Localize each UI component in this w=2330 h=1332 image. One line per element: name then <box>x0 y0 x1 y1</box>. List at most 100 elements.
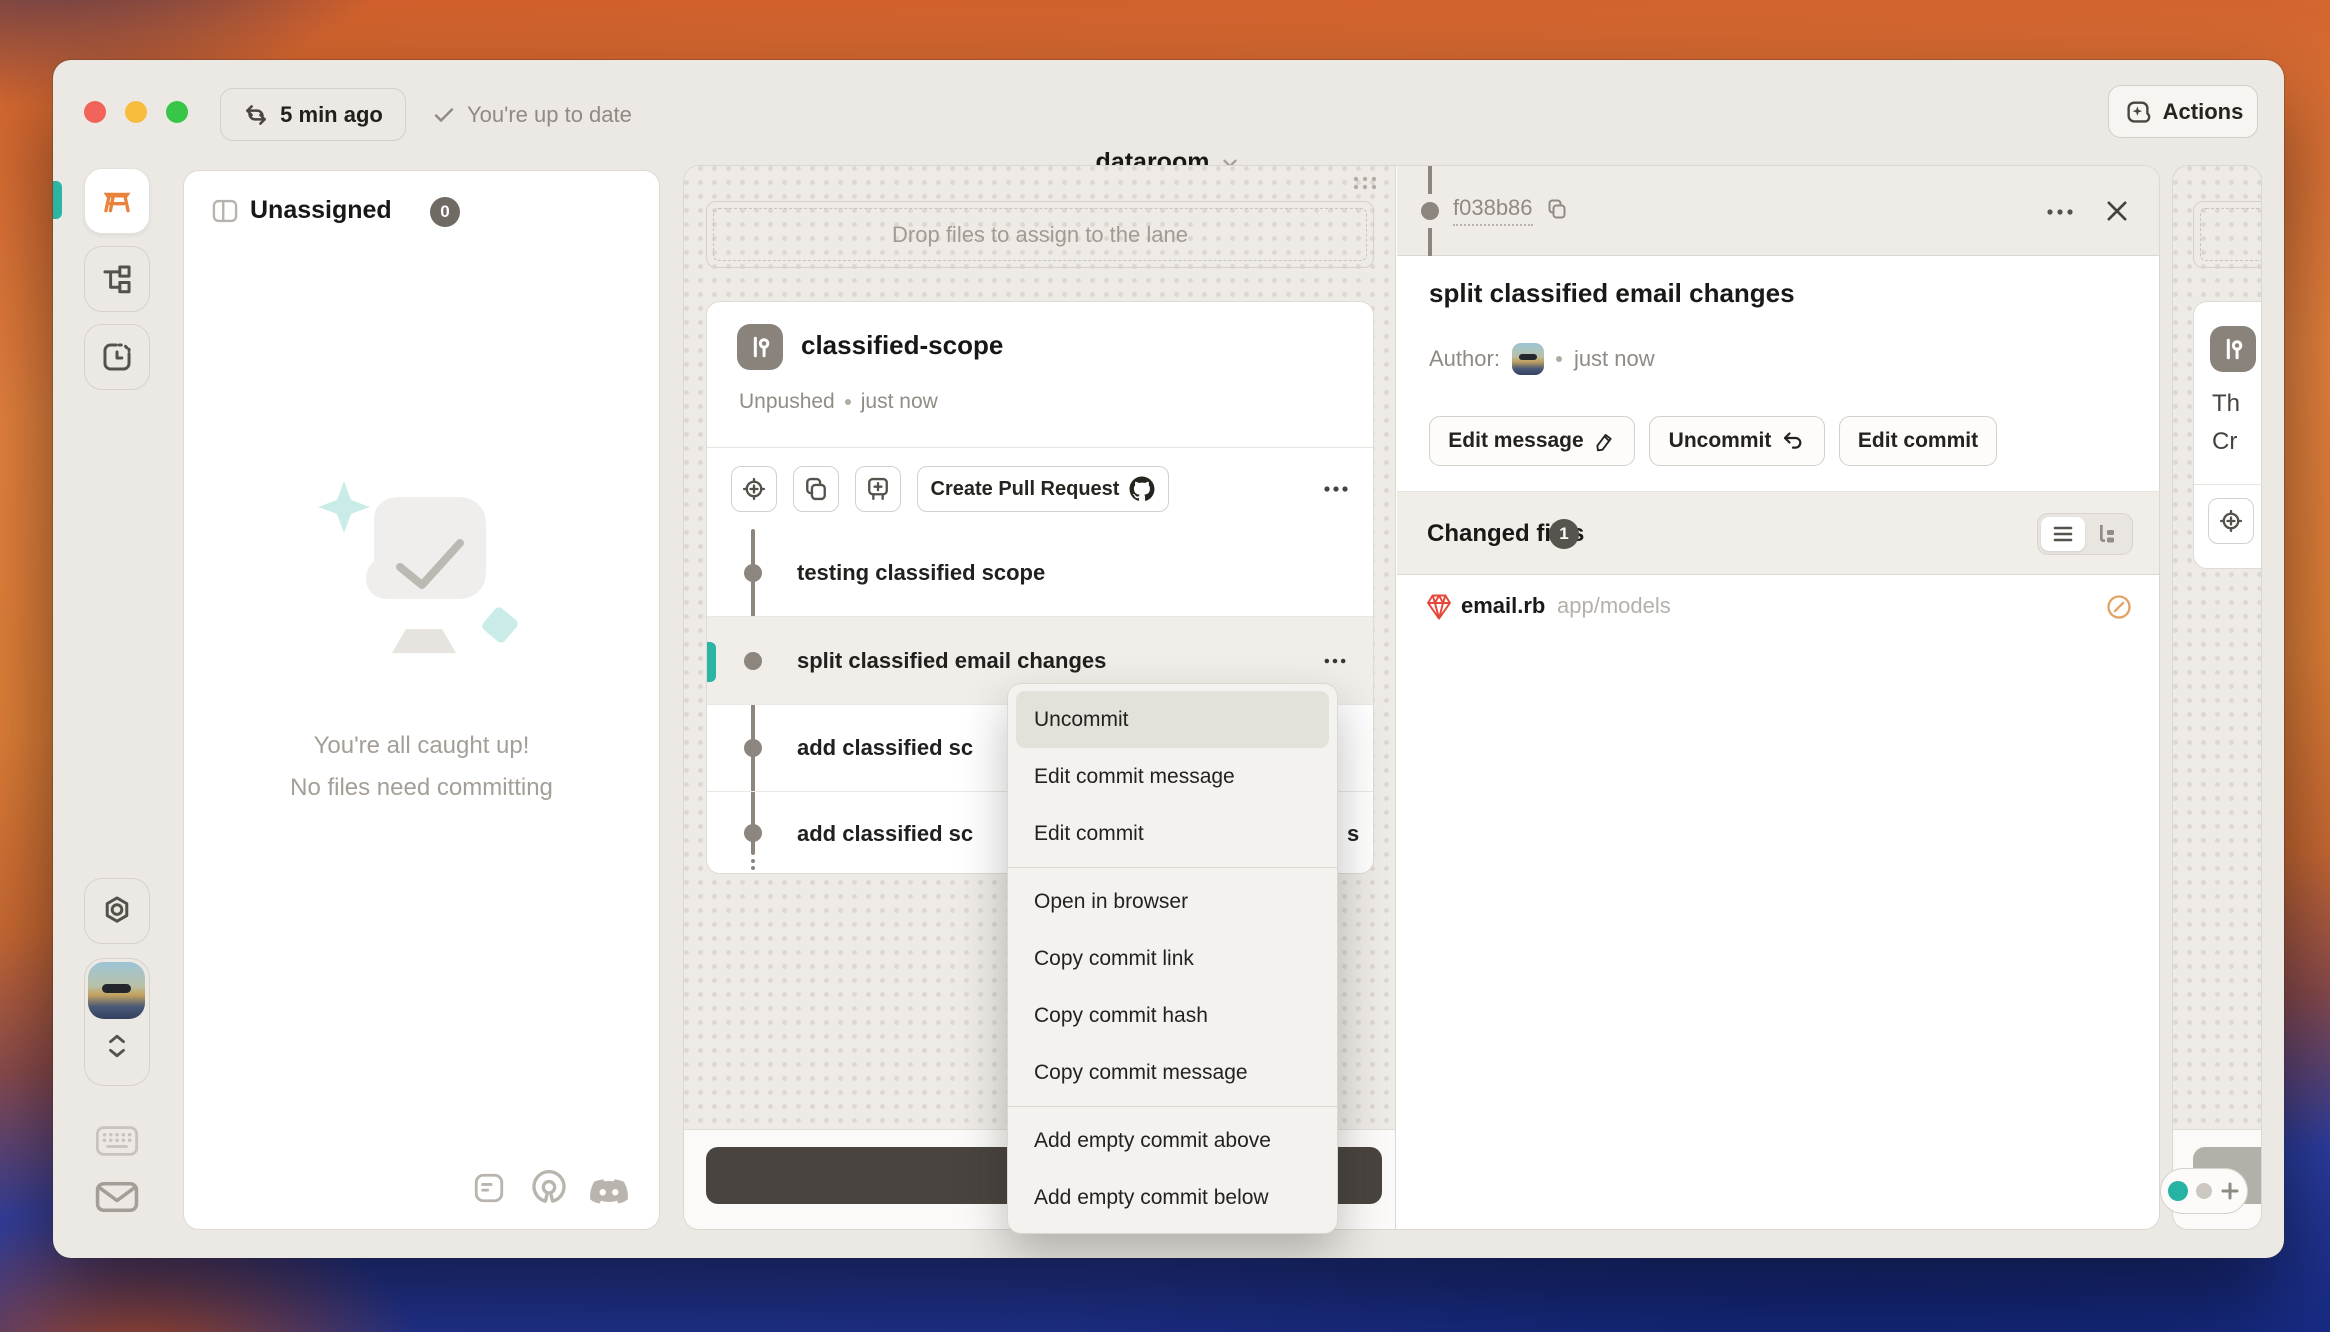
commit-graph-line <box>1428 228 1432 256</box>
changed-files-count-badge: 1 <box>1549 519 1579 549</box>
pager-dot[interactable] <box>2196 1183 2212 1199</box>
drop-zone-hint: Drop files to assign to the lane <box>892 222 1188 248</box>
empty-state-illustration <box>302 471 542 691</box>
divider <box>2194 484 2262 485</box>
actions-icon <box>2123 97 2153 127</box>
create-pull-request-label: Create Pull Request <box>931 478 1120 501</box>
meta-separator-dot <box>1556 356 1562 362</box>
commit-dot <box>744 564 762 582</box>
commit-row[interactable]: testing classified scope <box>707 529 1373 617</box>
account-switcher[interactable] <box>84 958 150 1086</box>
commit-more-button[interactable] <box>1321 651 1349 671</box>
copy-hash-button[interactable] <box>1545 197 1569 221</box>
menu-item-add-empty-commit-below[interactable]: Add empty commit below <box>1008 1169 1337 1226</box>
settings-button[interactable] <box>84 878 150 944</box>
menu-divider <box>1008 867 1337 868</box>
commit-dot <box>744 652 762 670</box>
uncommit-label: Uncommit <box>1669 429 1772 453</box>
commit-message: split classified email changes <box>797 648 1106 674</box>
menu-item-uncommit[interactable]: Uncommit <box>1016 691 1329 748</box>
create-pull-request-button[interactable]: Create Pull Request <box>917 466 1169 512</box>
commit-dot <box>744 824 762 842</box>
sidebar-item-history[interactable] <box>84 324 150 390</box>
tree-view-button[interactable] <box>2085 517 2129 551</box>
menu-item-add-empty-commit-above[interactable]: Add empty commit above <box>1008 1112 1337 1169</box>
commit-message: add classified sc <box>797 735 973 761</box>
edit-commit-button[interactable]: Edit commit <box>1839 416 1997 466</box>
discord-button[interactable] <box>587 1175 631 1209</box>
commit-hash-link[interactable]: f038b86 <box>1453 195 1533 226</box>
branch-toolbar: Create Pull Request <box>707 447 1373 529</box>
menu-item-open-in-browser[interactable]: Open in browser <box>1008 873 1337 930</box>
author-label: Author: <box>1429 346 1500 372</box>
actions-button[interactable]: Actions <box>2108 85 2258 138</box>
avatar <box>88 962 145 1019</box>
meta-separator-dot <box>845 399 851 405</box>
commit-time: just now <box>1574 346 1655 372</box>
active-rail-indicator <box>53 181 62 219</box>
sidebar-item-workspace[interactable] <box>84 168 150 234</box>
branch-card[interactable]: Th Cr <box>2193 301 2262 569</box>
edit-commit-label: Edit commit <box>1858 429 1978 453</box>
sidebar-item-branches[interactable] <box>84 246 150 312</box>
lane-grip-icon[interactable] <box>1351 174 1379 192</box>
file-name: email.rb <box>1461 593 1545 619</box>
keyboard-icon <box>95 1124 139 1158</box>
menu-item-copy-commit-hash[interactable]: Copy commit hash <box>1008 987 1337 1044</box>
commit-detail-panel: f038b86 <box>1397 166 2159 1229</box>
list-view-button[interactable] <box>2041 517 2085 551</box>
unassigned-panel: Unassigned 0 You're all caught up! No fi… <box>183 170 660 1230</box>
desktop: 5 min ago You're up to date dataroom <box>0 0 2330 1332</box>
changed-files-header: Changed files 1 <box>1397 491 2159 575</box>
pencil-icon <box>1594 430 1616 452</box>
pager-dot-active[interactable] <box>2168 1181 2188 1201</box>
menu-item-copy-commit-message[interactable]: Copy commit message <box>1008 1044 1337 1101</box>
branch-name[interactable]: classified-scope <box>801 330 1003 361</box>
branch-more-button[interactable] <box>1321 478 1351 500</box>
uncommit-button[interactable]: Uncommit <box>1649 416 1825 466</box>
commit-message-overflow: s <box>1347 792 1359 874</box>
zoom-window-button[interactable] <box>166 101 188 123</box>
close-icon[interactable] <box>2103 197 2131 225</box>
edit-message-label: Edit message <box>1448 429 1583 453</box>
set-target-button[interactable] <box>2208 498 2254 544</box>
author-avatar <box>1512 343 1544 375</box>
copy-branch-button[interactable] <box>793 466 839 512</box>
detail-more-button[interactable] <box>2045 206 2075 218</box>
menu-item-copy-commit-link[interactable]: Copy commit link <box>1008 930 1337 987</box>
sync-button[interactable]: 5 min ago <box>220 88 406 141</box>
commit-context-menu: Uncommit Edit commit message Edit commit… <box>1007 683 1338 1234</box>
branch-badge-icon <box>2210 326 2256 372</box>
commit-detail-header: f038b86 <box>1397 166 2159 256</box>
lane-pager[interactable] <box>2160 1168 2248 1214</box>
set-target-button[interactable] <box>731 466 777 512</box>
opensource-button[interactable] <box>529 1167 569 1207</box>
commit-dot <box>744 739 762 757</box>
minimize-window-button[interactable] <box>125 101 147 123</box>
menu-item-edit-commit-message[interactable]: Edit commit message <box>1008 748 1337 805</box>
branch-state: Unpushed <box>739 390 835 414</box>
mail-icon <box>94 1178 140 1216</box>
actions-label: Actions <box>2163 99 2244 125</box>
branch-time: just now <box>861 390 938 414</box>
menu-item-edit-commit[interactable]: Edit commit <box>1008 805 1337 862</box>
columns-icon <box>211 198 239 224</box>
empty-state-title: You're all caught up! <box>184 732 659 760</box>
file-view-toggle <box>2037 513 2133 555</box>
changed-file-row[interactable]: email.rb app/models <box>1397 575 2159 639</box>
add-dependent-branch-button[interactable] <box>855 466 901 512</box>
add-lane-icon[interactable] <box>2220 1181 2240 1201</box>
feedback-button[interactable] <box>94 1178 140 1216</box>
ruby-file-icon <box>1425 592 1453 622</box>
sync-icon <box>243 102 269 128</box>
modified-status-icon <box>2105 593 2133 621</box>
keyboard-shortcuts-button[interactable] <box>95 1124 139 1158</box>
update-status: You're up to date <box>432 88 632 141</box>
commit-message: add classified sc <box>797 821 973 847</box>
menu-divider <box>1008 1106 1337 1107</box>
empty-state-subtitle: No files need committing <box>184 774 659 802</box>
changelog-button[interactable] <box>472 1171 506 1205</box>
edit-message-button[interactable]: Edit message <box>1429 416 1635 466</box>
file-drop-zone[interactable]: Drop files to assign to the lane <box>706 201 1374 268</box>
close-window-button[interactable] <box>84 101 106 123</box>
